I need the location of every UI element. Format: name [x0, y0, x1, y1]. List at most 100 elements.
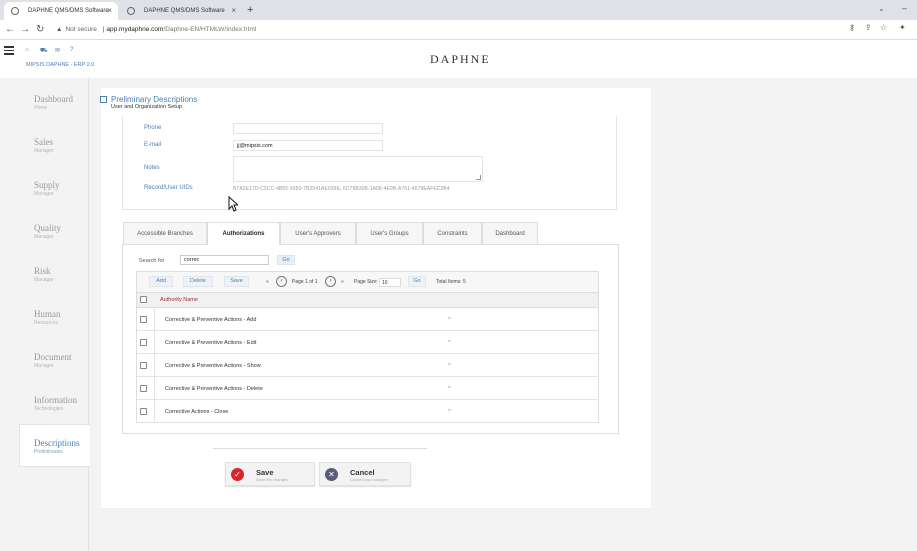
cancel-x-icon: ✕	[325, 468, 338, 481]
hamburger-icon[interactable]	[4, 46, 14, 57]
sidebar-item-title: Quality	[34, 223, 61, 233]
url-host: app.mydaphne.com	[106, 26, 164, 33]
sidebar-item-supply[interactable]: Supply Manager	[34, 180, 60, 197]
sidebar-item-title: Human	[34, 309, 61, 319]
cancel-button[interactable]: ✕ Cancel Cancel your changes	[319, 462, 411, 486]
page-size-input[interactable]: 10	[379, 278, 401, 287]
mouse-cursor-icon	[228, 196, 238, 212]
sidebar-item-risk[interactable]: Risk Manager	[34, 266, 54, 283]
close-tab-icon[interactable]: ×	[107, 2, 112, 20]
sidebar-item-document[interactable]: Document Manager	[34, 352, 72, 369]
tab-users-groups[interactable]: User's Groups	[356, 222, 423, 244]
chevron-up-icon[interactable]: ^	[448, 386, 451, 392]
chevron-up-icon[interactable]: ^	[448, 409, 451, 415]
page-go-button[interactable]: Go	[408, 276, 426, 287]
row-checkbox[interactable]	[140, 362, 147, 369]
cart-icon[interactable]: ⛟	[40, 47, 48, 55]
delete-button[interactable]: Delete	[183, 276, 213, 287]
sidebar-item-sub: Manager	[34, 234, 54, 240]
prev-page-button[interactable]: ‹	[276, 276, 287, 287]
email-label: E-mail	[144, 142, 162, 148]
sidebar-item-human[interactable]: Human Resources	[34, 309, 61, 326]
row-checkbox[interactable]	[140, 316, 147, 323]
warning-icon: ▲	[56, 26, 63, 33]
column-header-authority-name[interactable]: Authority Name	[160, 297, 198, 303]
save-button-label: Save	[256, 468, 274, 477]
first-page-button[interactable]: «	[266, 279, 269, 285]
tab-constraints[interactable]: Constraints	[423, 222, 482, 244]
browser-tab-2[interactable]: DAPHNE QMS/DMS Software ×	[120, 2, 242, 20]
reload-icon[interactable]: ↻	[36, 23, 44, 37]
help-icon[interactable]: ?	[70, 47, 73, 53]
search-label: Search for	[139, 258, 165, 264]
tab-users-approvers[interactable]: User's Approvers	[280, 222, 356, 244]
sidebar-item-sub: Preliminaries	[34, 449, 63, 455]
guids-value: B7A2E17D-C5CC-4B55-9350-7B2541AE039E, 6C…	[233, 186, 450, 192]
last-page-button[interactable]: »	[341, 279, 344, 285]
email-input[interactable]: jj@mipsis.com	[233, 140, 383, 151]
brand-subtitle: MIPSIS DAPHNE - ERP 2.0	[26, 62, 95, 68]
grid-header	[137, 292, 598, 308]
browser-tab-1[interactable]: DAPHNE QMS/DMS Software ×	[4, 2, 118, 20]
row-checkbox[interactable]	[140, 339, 147, 346]
sidebar-item-sub: Manager	[34, 277, 54, 283]
browser-tab-title: DAPHNE QMS/DMS Software	[144, 8, 225, 14]
tab-search-icon[interactable]: ⌄	[878, 4, 885, 13]
url-path: /Daphne-EN/HTMLW/Index.html	[163, 26, 257, 33]
add-button[interactable]: Add	[149, 276, 173, 287]
home-icon[interactable]: ⌂	[25, 47, 29, 53]
site-info-icon	[127, 7, 135, 15]
not-secure-label: Not secure	[65, 26, 97, 33]
chevron-up-icon[interactable]: ^	[448, 340, 451, 346]
phone-label: Phone	[144, 125, 162, 131]
sidebar-item-information[interactable]: Information Technologies	[34, 395, 77, 412]
sidebar-item-descriptions[interactable]: Descriptions Preliminaries	[34, 438, 80, 455]
sidebar-item-title: Information	[34, 395, 77, 405]
sidebar-item-title: Dashboard	[34, 94, 73, 104]
mail-icon[interactable]: ✉	[55, 47, 60, 54]
back-arrow-icon[interactable]: ←	[5, 23, 15, 37]
page-subtitle: User and Organization Setup	[111, 104, 182, 110]
sidebar-item-sub: Manager	[34, 363, 54, 369]
row-checkbox[interactable]	[140, 385, 147, 392]
close-tab-icon[interactable]: ×	[231, 2, 236, 20]
sidebar-item-title: Risk	[34, 266, 51, 276]
chevron-up-icon[interactable]: ^	[448, 317, 451, 323]
guids-label: Record/User UIDs	[144, 185, 193, 191]
select-all-checkbox[interactable]	[140, 296, 147, 303]
url-field[interactable]: ▲ Not secure | app.mydaphne.com/Daphne-EN/…	[56, 23, 836, 37]
notes-label: Notes	[144, 165, 160, 171]
sidebar-item-title: Supply	[34, 180, 60, 190]
save-button[interactable]: ✓ Save Save the changes	[225, 462, 315, 486]
key-icon[interactable]: ⚷	[849, 23, 855, 32]
extensions-icon[interactable]: ✦	[899, 23, 906, 32]
next-page-button[interactable]: ›	[325, 276, 336, 287]
row-authority-name: Corrective & Preventive Actions - Edit	[165, 340, 257, 346]
tab-accessible-branches[interactable]: Accessible Branches	[123, 222, 207, 244]
star-icon[interactable]: ☆	[880, 23, 887, 32]
notes-textarea[interactable]	[233, 156, 483, 182]
page-title: Preliminary Descriptions	[111, 95, 198, 104]
phone-input[interactable]	[233, 123, 383, 134]
row-checkbox[interactable]	[140, 408, 147, 415]
forward-arrow-icon[interactable]: →	[20, 23, 30, 37]
page-icon	[100, 96, 107, 103]
search-input[interactable]: correc	[180, 255, 269, 265]
chevron-up-icon[interactable]: ^	[448, 363, 451, 369]
new-tab-button[interactable]: +	[247, 4, 253, 16]
share-icon[interactable]: ⇪	[865, 23, 872, 32]
save-grid-button[interactable]: Save	[224, 276, 249, 287]
sidebar-item-quality[interactable]: Quality Manager	[34, 223, 61, 240]
sidebar-item-sub: Resources	[34, 320, 58, 326]
sidebar-item-dashboard[interactable]: Dashboard Home	[34, 94, 73, 111]
sidebar-item-sales[interactable]: Sales Manager	[34, 137, 54, 154]
search-go-button[interactable]: Go	[277, 255, 295, 265]
tab-dashboard[interactable]: Dashboard	[482, 222, 538, 244]
sidebar-item-sub: Home	[34, 105, 48, 111]
cancel-button-label: Cancel	[350, 468, 375, 477]
app-header: ⌂ ⛟ ✉ ? MIPSIS DAPHNE - ERP 2.0 DAPHNE	[0, 40, 917, 78]
window-minimize-icon[interactable]: –	[902, 3, 907, 13]
tab-authorizations[interactable]: Authorizations	[207, 222, 280, 245]
row-authority-name: Corrective Actions - Close	[165, 409, 229, 415]
sidebar-item-title: Sales	[34, 137, 53, 147]
